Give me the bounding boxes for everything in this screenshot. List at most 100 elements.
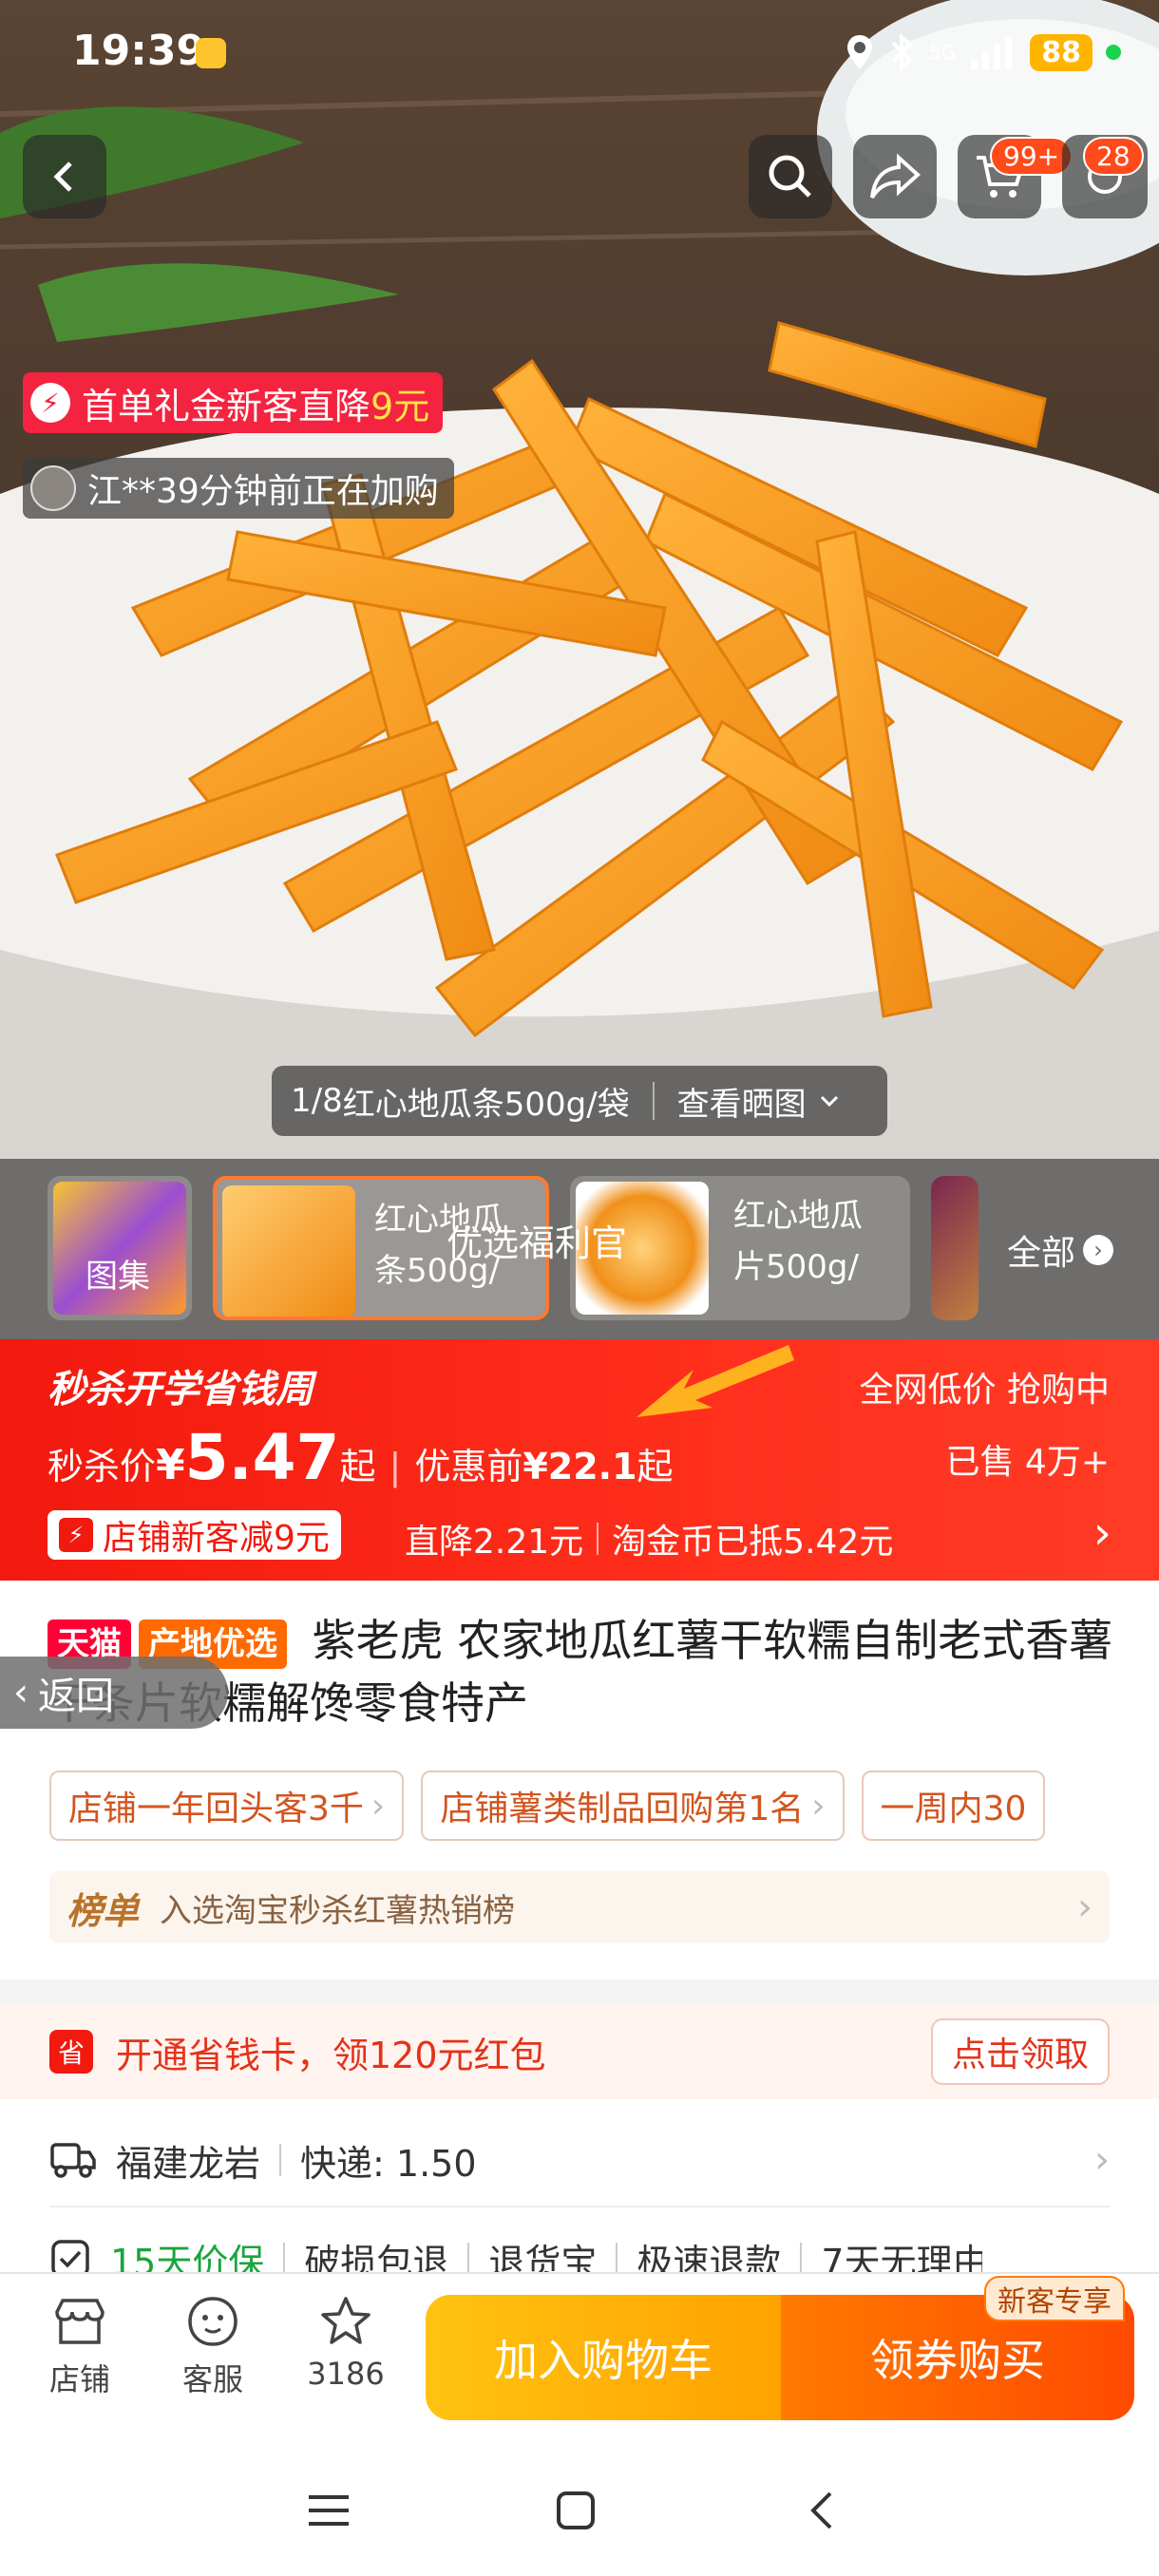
store-button[interactable]: 店铺 [23, 2295, 137, 2399]
product-info-card: 天猫 产地优选 紫老虎 农家地瓜红薯干软糯自制老式香薯干条片软糯解馋零食特产 ‹ … [0, 1581, 1159, 1979]
add-to-cart-button[interactable]: 加入购物车 [426, 2295, 781, 2420]
price-divider: | [389, 1446, 402, 1487]
cart-badge: 99+ [990, 137, 1074, 176]
highlight-tag[interactable]: 店铺薯类制品回购第1名 › [421, 1771, 845, 1841]
coin-discount: 淘金币已抵5.42元 [612, 1523, 894, 1562]
tag-label: 店铺薯类制品回购第1名 [440, 1790, 805, 1828]
product-hero-image[interactable]: 19:39 5G 88 99+ 28 ⚡ 首单礼金新客直降 9元 江**39分钟… [0, 0, 1159, 1159]
tag-label: 一周内30 [880, 1790, 1027, 1828]
image-index: 1/8 [291, 1082, 343, 1120]
back-nav-button[interactable] [785, 2477, 861, 2544]
ranking-row[interactable]: 榜单 入选淘宝秒杀红薯热销榜 › [49, 1871, 1110, 1943]
divider [467, 2243, 470, 2275]
divider [597, 1523, 599, 1555]
variant-thumb-more[interactable] [931, 1176, 978, 1320]
store-label: 店铺 [48, 2361, 110, 2397]
newcomer-exclusive-badge: 新客专享 [984, 2276, 1125, 2321]
chevron-right-icon: › [1083, 1235, 1113, 1265]
sold-count: 已售 4万+ [945, 1443, 1110, 1482]
divider [652, 1082, 655, 1120]
chevron-right-icon: › [1077, 1885, 1092, 1929]
chevron-right-icon: › [811, 1786, 826, 1826]
status-time: 19:39 [72, 27, 206, 75]
flash-sale-title: 秒杀开学省钱周 [48, 1368, 314, 1411]
favorite-count: 3186 [307, 2356, 385, 2392]
chevron-right-icon: › [1092, 1506, 1112, 1560]
savings-card-text: 开通省钱卡，领120元红包 [116, 2034, 546, 2076]
home-nav-button[interactable] [538, 2477, 614, 2544]
return-floating-button[interactable]: ‹ 返回 [0, 1657, 228, 1729]
promo-prefix: 首单礼金新客直降 [82, 385, 371, 427]
all-variants-link[interactable]: 全部 › [1007, 1225, 1113, 1275]
back-arrow-icon [810, 2491, 832, 2529]
lowest-price-tag: 全网低价 抢购中 [859, 1371, 1110, 1410]
customer-service-button[interactable]: 客服 [156, 2295, 270, 2399]
savings-card-icon: 省 [49, 2030, 93, 2074]
newcomer-promo-tag[interactable]: ⚡ 首单礼金新客直降 9元 [23, 372, 444, 433]
sale-price-value: 5.47 [184, 1421, 340, 1494]
menu-icon [309, 2495, 349, 2526]
delivery-truck-icon [50, 2143, 96, 2178]
shipping-section: 福建龙岩 快递: 1.50 › 15天价保 破损包退 退货宝 极速退款 7天无理… [0, 2099, 1159, 2283]
discount-details: 直降2.21元 淘金币已抵5.42元 [405, 1514, 893, 1563]
sale-price-suffix: 起 [339, 1446, 376, 1487]
gallery-label: 图集 [86, 1258, 150, 1296]
store-newcomer-chip: ⚡ 店铺新客减9元 [48, 1510, 341, 1560]
flash-sale-banner[interactable]: 秒杀开学省钱周 全网低价 抢购中 秒杀价 ¥ 5.47 起 | 优惠前 ¥22.… [0, 1339, 1159, 1581]
network-label: 5G [929, 41, 957, 64]
back-button[interactable] [23, 135, 106, 218]
battery-indicator: 88 [1030, 33, 1092, 71]
variant-slices-label1: 红心地瓜 [733, 1197, 863, 1235]
gallery-thumb[interactable]: 图集 [48, 1176, 192, 1320]
chevron-down-icon [820, 1095, 838, 1108]
app-notification-icon [196, 38, 226, 68]
divider [616, 2243, 618, 2275]
sale-price-label: 秒杀价 [48, 1446, 157, 1487]
bottom-action-bar: 店铺 客服 3186 加入购物车 领券购买 新客专享 [0, 2272, 1159, 2445]
store-icon [55, 2299, 104, 2344]
lightning-icon: ⚡ [59, 1518, 93, 1552]
image-caption[interactable]: 1/8 红心地瓜条500g/袋 查看晒图 [272, 1066, 887, 1136]
claim-button[interactable]: 点击领取 [930, 2018, 1110, 2085]
customer-service-icon [188, 2297, 238, 2346]
star-icon [321, 2297, 370, 2344]
message-badge: 28 [1083, 137, 1144, 176]
shipping-row[interactable]: 福建龙岩 快递: 1.50 › [49, 2122, 1110, 2198]
divider [49, 2206, 1110, 2207]
savings-card-row: 省 开通省钱卡，领120元红包 点击领取 [0, 2004, 1159, 2099]
variant-thumbnail-strip: 图集 红心地瓜 条500g/ 红心地瓜 片500g/ 优选福利官 全部 › [0, 1159, 1159, 1339]
location-icon [847, 35, 873, 69]
ship-origin: 福建龙岩 [116, 2142, 261, 2185]
search-button[interactable] [749, 135, 832, 218]
menu-nav-button[interactable] [291, 2477, 367, 2544]
share-icon [870, 153, 921, 199]
direct-discount: 直降2.21元 [405, 1523, 584, 1562]
status-bar: 19:39 5G 88 [0, 0, 1159, 104]
highlight-tag[interactable]: 一周内30 [861, 1771, 1046, 1841]
recent-buyer-text: 江**39分钟前正在加购 [87, 472, 439, 511]
lightning-icon: ⚡ [30, 383, 70, 423]
chevron-left-icon: ‹ [13, 1671, 28, 1714]
recent-buyer-tag: 江**39分钟前正在加购 [23, 458, 454, 519]
divider [283, 2243, 286, 2275]
system-navigation-bar [0, 2445, 1159, 2576]
view-photos-link[interactable]: 查看晒图 [677, 1078, 807, 1125]
chevron-left-icon [53, 161, 72, 192]
buyer-avatar [30, 465, 76, 511]
express-fee: 快递: 1.50 [300, 2142, 477, 2185]
image-variant: 红心地瓜条500g/袋 [342, 1085, 630, 1124]
variant-strips-image [222, 1185, 355, 1316]
highlight-tag[interactable]: 店铺一年回头客3千 › [49, 1771, 405, 1841]
currency-symbol: ¥ [156, 1441, 185, 1489]
divider [0, 2272, 1159, 2274]
tag-label: 店铺一年回头客3千 [68, 1790, 364, 1828]
search-icon [769, 155, 811, 198]
original-price-value: ¥22.1 [522, 1446, 637, 1487]
share-button[interactable] [853, 135, 937, 218]
store-newcomer-text: 店铺新客减9元 [103, 1519, 330, 1558]
all-variants-label: 全部 [1006, 1234, 1075, 1273]
chevron-right-icon: › [370, 1786, 386, 1826]
divider [279, 2144, 282, 2176]
favorite-button[interactable]: 3186 [289, 2295, 403, 2392]
bluetooth-icon [891, 33, 913, 71]
